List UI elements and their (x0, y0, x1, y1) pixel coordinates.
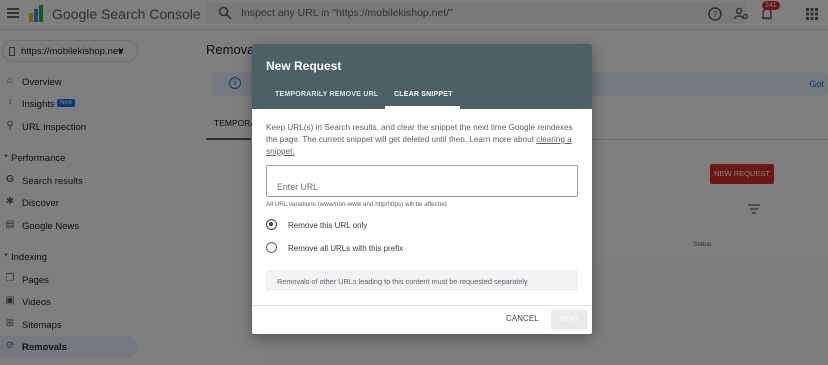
description-text: Keep URL(s) in Search results, and clear… (266, 123, 573, 144)
dialog-header: New Request TEMPORARILY REMOVE URL CLEAR… (252, 44, 592, 109)
dialog-description: Keep URL(s) in Search results, and clear… (266, 122, 582, 158)
url-input[interactable] (266, 165, 578, 197)
cancel-button[interactable]: CANCEL (506, 314, 539, 323)
tab-temporarily-remove-url[interactable]: TEMPORARILY REMOVE URL (275, 91, 378, 98)
remove-prefix-radio[interactable] (266, 242, 277, 253)
url-hint: All URL variations (www/non-www and http… (266, 201, 447, 208)
active-tab-indicator (385, 106, 460, 109)
remove-prefix-label[interactable]: Remove all URLs with this prefix (288, 244, 403, 253)
tab-clear-snippet[interactable]: CLEAR SNIPPET (394, 91, 453, 98)
next-button[interactable]: NEXT (551, 310, 587, 330)
remove-url-only-label[interactable]: Remove this URL only (288, 221, 367, 230)
dialog-divider (252, 305, 592, 306)
new-request-dialog: New Request TEMPORARILY REMOVE URL CLEAR… (252, 44, 592, 334)
remove-url-only-radio[interactable] (266, 219, 277, 230)
dialog-title: New Request (266, 59, 342, 73)
removal-note: Removals of other URLs leading to this c… (266, 270, 578, 291)
